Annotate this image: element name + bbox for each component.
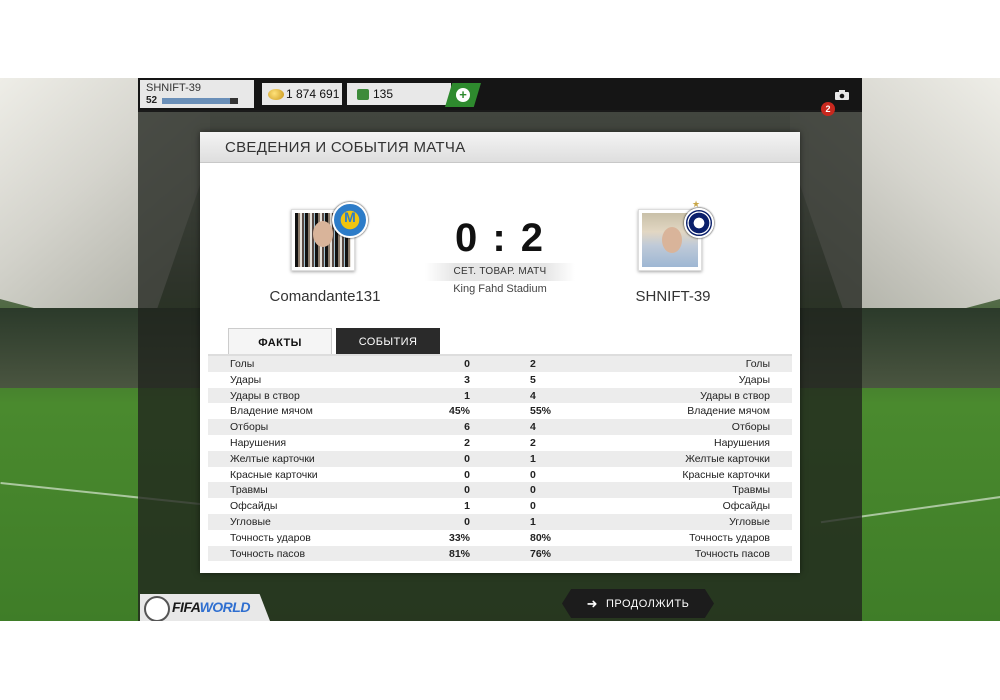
table-row: Травмы 0 0 Травмы: [208, 482, 792, 499]
stat-value-away: 2: [530, 436, 536, 449]
coins-value: 1 874 691: [286, 87, 340, 101]
fifa-world-logo: FIFAWORLD: [140, 594, 270, 621]
stat-value-away: 2: [530, 358, 536, 370]
stat-label-away: Точность ударов: [689, 531, 770, 544]
stat-label-away: Владение мячом: [687, 405, 770, 418]
match-score: 0 : 2: [454, 216, 546, 260]
coins-icon: [268, 88, 284, 100]
stat-label-away: Угловые: [729, 515, 770, 528]
stat-value-home: 81%: [448, 547, 470, 560]
tab-facts[interactable]: ФАКТЫ: [228, 328, 332, 355]
stat-label-away: Удары: [738, 373, 770, 386]
fifa-world-wordmark: FIFAWORLD: [172, 599, 250, 615]
stat-label-home: Угловые: [230, 515, 271, 528]
stat-value-away: 1: [530, 515, 536, 528]
stat-label-away: Удары в створ: [700, 389, 770, 402]
table-row: Точность ударов 33% 80% Точность ударов: [208, 530, 792, 546]
table-row: Владение мячом 45% 55% Владение мячом: [208, 403, 792, 419]
stat-label-away: Точность пасов: [694, 547, 770, 560]
plus-icon: +: [456, 88, 470, 102]
stat-value-away: 0: [530, 484, 536, 497]
home-team-name: Comandante131: [269, 288, 381, 305]
stat-label-away: Желтые карточки: [685, 452, 770, 465]
table-row: Нарушения 2 2 Нарушения: [208, 435, 792, 451]
table-row: Удары 3 5 Удары: [208, 372, 792, 388]
away-team-name: SHNIFT-39: [635, 288, 711, 305]
stat-label-home: Травмы: [230, 484, 268, 497]
stat-label-home: Желтые карточки: [230, 452, 315, 465]
camera-icon[interactable]: [835, 90, 849, 100]
stat-value-home: 0: [464, 358, 470, 370]
stat-value-home: 0: [464, 452, 470, 465]
stat-value-home: 6: [464, 421, 470, 434]
match-type: СЕТ. ТОВАР. МАТЧ: [425, 263, 575, 281]
stat-label-away: Нарушения: [713, 436, 770, 449]
stat-value-home: 0: [464, 468, 470, 481]
points-value: 135: [373, 87, 394, 101]
stat-value-away: 1: [530, 452, 536, 465]
ea-sports-logo-icon: [144, 596, 170, 621]
continue-label: ПРОДОЛЖИТЬ: [605, 597, 690, 610]
page-title: СВЕДЕНИЯ И СОБЫТИЯ МАТЧА: [225, 139, 466, 156]
table-row: Удары в створ 1 4 Удары в створ: [208, 387, 792, 404]
stat-label-home: Голы: [230, 358, 255, 370]
player-info[interactable]: SHNIFT-39 52: [140, 80, 254, 108]
top-bar-divider: [138, 110, 862, 112]
stat-label-home: Удары: [230, 373, 262, 386]
table-row: Отборы 6 4 Отборы: [208, 419, 792, 435]
stat-value-away: 0: [530, 500, 536, 513]
stat-label-away: Травмы: [732, 484, 770, 497]
stat-value-home: 3: [464, 373, 470, 386]
xp-bar-fill: [162, 98, 231, 104]
points-display[interactable]: 135: [347, 83, 451, 105]
stat-label-home: Владение мячом: [230, 405, 313, 418]
table-row: Красные карточки 0 0 Красные карточки: [208, 467, 792, 483]
stadium-name: King Fahd Stadium: [453, 283, 547, 295]
table-row: Офсайды 1 0 Офсайды: [208, 498, 792, 514]
stat-label-home: Нарушения: [230, 436, 287, 449]
stat-value-home: 1: [464, 389, 470, 402]
stat-value-home: 0: [464, 484, 470, 497]
stat-label-away: Отборы: [731, 421, 770, 434]
stat-label-home: Удары в створ: [230, 389, 300, 402]
stat-value-home: 1: [464, 500, 470, 513]
stat-value-away: 80%: [530, 531, 552, 544]
stat-value-away: 4: [530, 389, 536, 402]
stat-label-away: Офсайды: [722, 500, 770, 513]
stat-label-home: Точность пасов: [230, 547, 306, 560]
stat-value-home: 2: [464, 436, 470, 449]
stat-label-away: Красные карточки: [682, 468, 770, 481]
continue-button[interactable]: ➜ ПРОДОЛЖИТЬ: [562, 589, 714, 618]
away-club-badge-icon: [684, 208, 714, 238]
stat-value-away: 55%: [530, 405, 552, 418]
table-row: Желтые карточки 0 1 Желтые карточки: [208, 450, 792, 467]
stat-value-away: 0: [530, 468, 536, 481]
notification-badge[interactable]: 2: [821, 102, 835, 116]
stats-table: Голы 0 2 Голы Удары 3 5 Удары Удары в ст…: [208, 354, 792, 562]
table-row: Точность пасов 81% 76% Точность пасов: [208, 545, 792, 562]
home-club-badge-icon: M: [332, 202, 368, 238]
stat-value-home: 45%: [448, 405, 470, 418]
stat-value-away: 5: [530, 373, 536, 386]
stat-value-home: 33%: [448, 531, 470, 544]
arrow-right-icon: ➜: [586, 595, 598, 611]
table-row: Угловые 0 1 Угловые: [208, 513, 792, 530]
coins-display[interactable]: 1 874 691: [262, 83, 342, 105]
player-level: 52: [146, 95, 158, 106]
panel-header: СВЕДЕНИЯ И СОБЫТИЯ МАТЧА: [200, 132, 800, 163]
points-icon: [357, 88, 369, 100]
xp-bar: [162, 98, 238, 104]
tab-events[interactable]: СОБЫТИЯ: [336, 328, 440, 354]
stat-label-home: Офсайды: [230, 500, 278, 513]
stat-value-away: 4: [530, 421, 536, 434]
table-row: Голы 0 2 Голы: [208, 356, 792, 372]
stat-value-home: 0: [464, 515, 470, 528]
stat-label-home: Отборы: [230, 421, 269, 434]
stat-label-away: Голы: [745, 358, 770, 370]
player-name: SHNIFT-39: [146, 82, 202, 94]
stat-label-home: Точность ударов: [230, 531, 311, 544]
stat-label-home: Красные карточки: [230, 468, 318, 481]
stat-value-away: 76%: [530, 547, 552, 560]
